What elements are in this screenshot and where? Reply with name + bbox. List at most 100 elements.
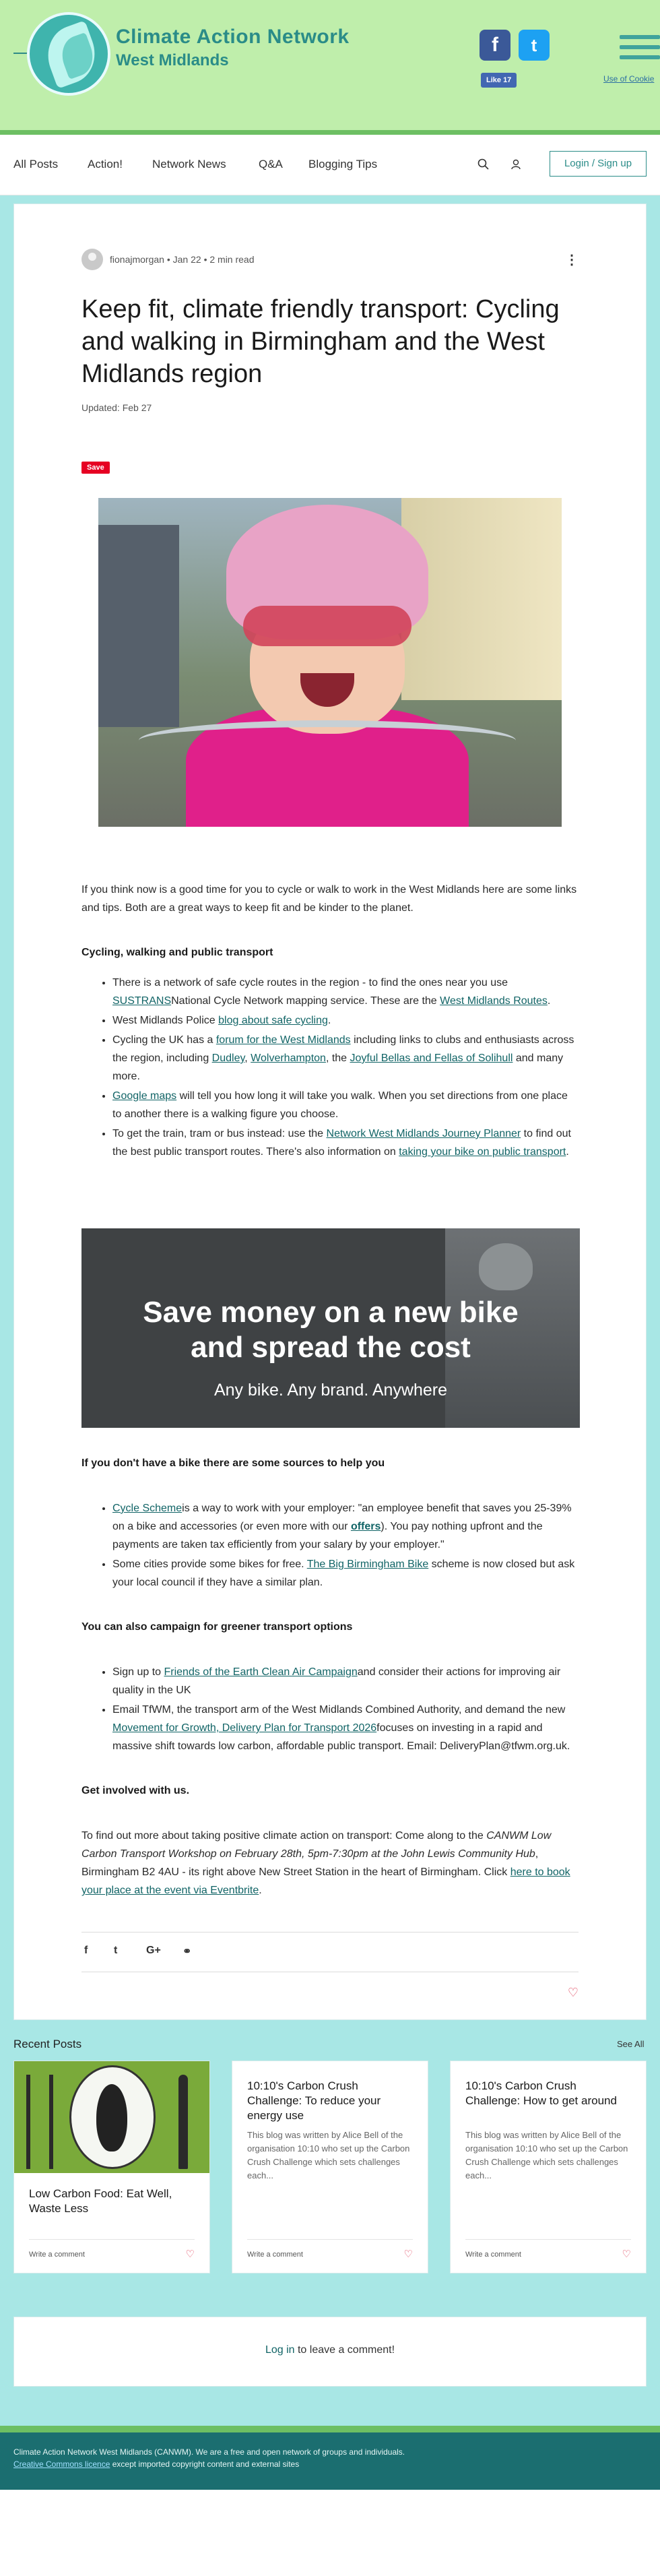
wolverhampton-link[interactable]: Wolverhampton xyxy=(251,1053,326,1064)
leaf-logo-icon[interactable] xyxy=(27,12,110,96)
heart-like-icon[interactable]: ♡ xyxy=(622,2248,631,2260)
read-time: 2 min read xyxy=(209,254,255,265)
share-bar: f t G+ ⚭ xyxy=(81,1932,579,1972)
user-icon[interactable] xyxy=(509,158,523,171)
facebook-share-icon[interactable]: f xyxy=(84,1945,88,1957)
twitter-share-icon[interactable]: t xyxy=(114,1945,117,1957)
journey-planner-link[interactable]: Network West Midlands Journey Planner xyxy=(327,1128,521,1139)
list-item: Some cities provide some bikes for free.… xyxy=(112,1555,579,1592)
google-plus-share-icon[interactable]: G+ xyxy=(146,1945,161,1957)
blog-nav: All Posts Action! Network News Q&A Blogg… xyxy=(0,135,660,195)
facebook-icon[interactable]: f xyxy=(480,30,510,61)
card-divider xyxy=(465,2239,631,2240)
solihull-link[interactable]: Joyful Bellas and Fellas of Solihull xyxy=(350,1053,513,1064)
post-meta-text: fionajmorgan • Jan 22 • 2 min read xyxy=(110,254,255,265)
post-card: fionajmorgan • Jan 22 • 2 min read ⋮ Kee… xyxy=(13,203,647,2020)
west-midlands-forum-link[interactable]: forum for the West Midlands xyxy=(216,1034,351,1046)
recent-post-title[interactable]: Low Carbon Food: Eat Well, Waste Less xyxy=(29,2187,197,2216)
safe-cycling-blog-link[interactable]: blog about safe cycling xyxy=(218,1015,328,1026)
creative-commons-link[interactable]: Creative Commons licence xyxy=(13,2459,110,2469)
nav-blogging-tips[interactable]: Blogging Tips xyxy=(308,158,377,171)
write-comment-link[interactable]: Write a comment xyxy=(29,2251,85,2259)
twitter-icon[interactable]: t xyxy=(519,30,550,61)
bike-on-transport-link[interactable]: taking your bike on public transport xyxy=(399,1146,566,1158)
like-row: ♡ xyxy=(81,1972,579,2019)
comments-area: Log in to leave a comment! xyxy=(0,2317,660,2387)
nav-action[interactable]: Action! xyxy=(88,158,123,171)
banner-headline-1: Save money on a new bike xyxy=(143,1296,519,1329)
list-item: There is a network of safe cycle routes … xyxy=(112,974,579,1010)
site-header: Climate Action Network West Midlands f t… xyxy=(0,0,660,135)
site-title[interactable]: Climate Action Network xyxy=(116,26,350,49)
comment-box: Log in to leave a comment! xyxy=(13,2317,647,2387)
cookie-policy-link[interactable]: Use of Cookie xyxy=(603,74,654,84)
recent-post-title[interactable]: 10:10's Carbon Crush Challenge: How to g… xyxy=(465,2079,634,2108)
post-title: Keep fit, climate friendly transport: Cy… xyxy=(81,295,560,388)
nav-all-posts[interactable]: All Posts xyxy=(13,158,58,171)
cycle-scheme-link[interactable]: Cycle Scheme xyxy=(112,1503,182,1514)
list-item: Google maps will tell you how long it wi… xyxy=(112,1087,579,1123)
header-divider xyxy=(0,130,660,135)
list-item: Cycling the UK has a forum for the West … xyxy=(112,1031,579,1086)
heart-like-icon[interactable]: ♡ xyxy=(568,1986,579,2000)
list-item: Email TfWM, the transport arm of the Wes… xyxy=(112,1701,579,1755)
search-icon[interactable] xyxy=(477,158,490,171)
list-item: Sign up to Friends of the Earth Clean Ai… xyxy=(112,1663,579,1699)
cycle-scheme-banner[interactable]: Save money on a new bike and spread the … xyxy=(81,1228,580,1428)
banner-headline-2: and spread the cost xyxy=(191,1331,471,1364)
big-birmingham-bike-link[interactable]: The Big Birmingham Bike xyxy=(307,1559,429,1570)
nav-network-news[interactable]: Network News xyxy=(152,158,226,171)
west-midlands-routes-link[interactable]: West Midlands Routes xyxy=(440,995,548,1007)
recent-post-card[interactable]: 10:10's Carbon Crush Challenge: To reduc… xyxy=(232,2061,428,2273)
updated-date: Updated: Feb 27 xyxy=(81,402,152,413)
recent-post-card[interactable]: Low Carbon Food: Eat Well, Waste Less Wr… xyxy=(13,2061,210,2273)
recent-post-card[interactable]: 10:10's Carbon Crush Challenge: How to g… xyxy=(450,2061,647,2273)
hero-image-girl-on-bike xyxy=(98,498,562,827)
comment-prompt: Log in to leave a comment! xyxy=(265,2344,395,2356)
section-heading-no-bike: If you don't have a bike there are some … xyxy=(81,1457,385,1469)
banner-tagline: Any bike. Any brand. Anywhere xyxy=(213,1381,448,1400)
see-all-link[interactable]: See All xyxy=(617,2039,644,2049)
footer-divider xyxy=(0,2426,660,2432)
pinterest-save-button[interactable]: Save xyxy=(81,462,110,474)
copy-link-icon[interactable]: ⚭ xyxy=(183,1945,191,1958)
heart-like-icon[interactable]: ♡ xyxy=(404,2248,413,2260)
recent-posts-heading: Recent Posts xyxy=(13,2038,82,2050)
recent-posts: Recent Posts See All Low Carbon Food: Ea… xyxy=(0,2034,660,2317)
login-signup-button[interactable]: Login / Sign up xyxy=(550,151,647,177)
list-item: Cycle Schemeis a way to work with your e… xyxy=(112,1499,579,1554)
footer-spacer xyxy=(0,2387,660,2426)
recent-post-excerpt: This blog was written by Alice Bell of t… xyxy=(465,2130,628,2180)
section-heading-cycling: Cycling, walking and public transport xyxy=(81,947,273,958)
site-footer: Climate Action Network West Midlands (CA… xyxy=(0,2426,660,2490)
no-bike-list: Cycle Schemeis a way to work with your e… xyxy=(112,1499,579,1592)
cycling-list: There is a network of safe cycle routes … xyxy=(112,974,579,1161)
post-meta: fionajmorgan • Jan 22 • 2 min read ⋮ xyxy=(81,246,579,273)
movement-for-growth-link[interactable]: Movement for Growth, Delivery Plan for T… xyxy=(112,1722,376,1734)
login-to-comment-link[interactable]: Log in xyxy=(265,2344,295,2356)
author-name[interactable]: fionajmorgan xyxy=(110,254,164,265)
recent-post-excerpt: This blog was written by Alice Bell of t… xyxy=(247,2130,410,2180)
dudley-link[interactable]: Dudley xyxy=(212,1053,245,1064)
sustrans-link[interactable]: SUSTRANS xyxy=(112,995,171,1007)
heart-like-icon[interactable]: ♡ xyxy=(186,2248,195,2260)
footer-license: Creative Commons licence except imported… xyxy=(13,2459,300,2469)
recent-post-title[interactable]: 10:10's Carbon Crush Challenge: To reduc… xyxy=(247,2079,416,2123)
meta-separator: • xyxy=(166,254,170,265)
card-divider xyxy=(247,2239,413,2240)
nav-qa[interactable]: Q&A xyxy=(259,158,283,171)
facebook-like-button[interactable]: Like 17 xyxy=(481,73,517,88)
author-avatar[interactable] xyxy=(81,249,103,270)
clean-air-campaign-link[interactable]: Friends of the Earth Clean Air Campaign xyxy=(164,1666,358,1678)
post-area: fionajmorgan • Jan 22 • 2 min read ⋮ Kee… xyxy=(0,195,660,2034)
section-heading-campaign: You can also campaign for greener transp… xyxy=(81,1621,353,1633)
write-comment-link[interactable]: Write a comment xyxy=(465,2251,521,2259)
more-actions-icon[interactable]: ⋮ xyxy=(565,251,579,268)
google-maps-link[interactable]: Google maps xyxy=(112,1090,176,1102)
offers-link[interactable]: offers xyxy=(351,1521,381,1532)
menu-icon[interactable] xyxy=(620,35,660,65)
section-heading-get-involved: Get involved with us. xyxy=(81,1785,190,1796)
write-comment-link[interactable]: Write a comment xyxy=(247,2251,303,2259)
post-date: Jan 22 xyxy=(172,254,201,265)
site-subtitle[interactable]: West Midlands xyxy=(116,51,229,70)
